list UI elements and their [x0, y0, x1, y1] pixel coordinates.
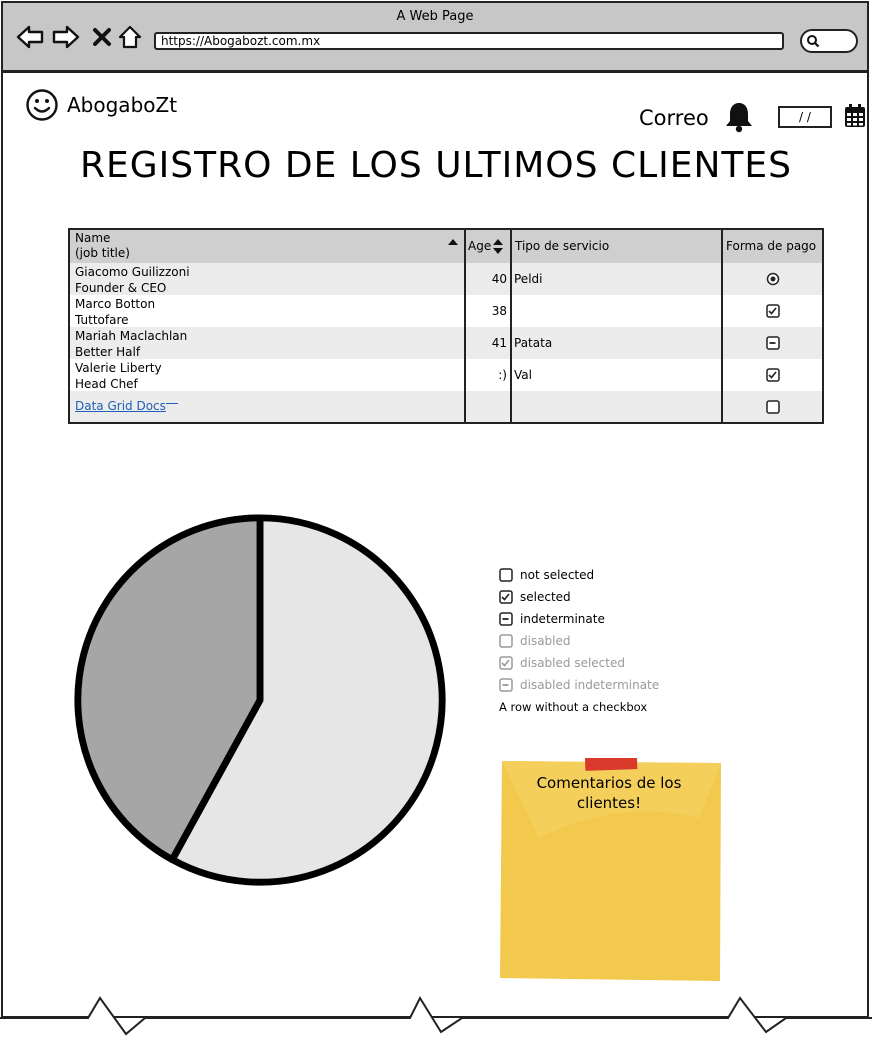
client-title: Founder & CEO: [75, 281, 167, 295]
checkbox-label: disabled: [520, 634, 571, 648]
cell-age: 40: [491, 272, 507, 286]
plain-row: A row without a checkbox: [499, 700, 648, 714]
cell-link: Data Grid Docs: [75, 391, 455, 422]
checkbox-label: selected: [520, 590, 571, 604]
legend-checkbox-item: disabled: [499, 630, 659, 652]
app-logo[interactable]: AbogaboZt: [25, 88, 177, 122]
legend-checkbox-item: disabled indeterminate: [499, 674, 659, 696]
column-divider: [510, 230, 512, 422]
search-icon: [807, 35, 820, 48]
cell-name: Giacomo Guilizzoni Founder & CEO: [70, 263, 464, 295]
legend-checkbox-item[interactable]: indeterminate: [499, 608, 659, 630]
back-arrow-icon[interactable]: [15, 22, 45, 52]
forward-arrow-icon[interactable]: [51, 22, 81, 52]
pie-chart: [74, 514, 446, 886]
cell-service: Val: [514, 368, 532, 382]
url-bar[interactable]: https://Abogabozt.com.mx: [154, 32, 784, 50]
checkbox[interactable]: [499, 590, 513, 604]
browser-search-field[interactable]: [800, 29, 858, 53]
cell-age: 41: [491, 336, 507, 350]
checkbox: [499, 634, 513, 648]
client-name: Valerie Liberty: [75, 361, 162, 375]
column-divider: [464, 230, 466, 422]
payment-checkbox[interactable]: [723, 263, 822, 295]
checkbox[interactable]: [499, 612, 513, 626]
cell-service: Peldi: [514, 272, 543, 286]
cell-name: Valerie Liberty Head Chef: [70, 359, 464, 391]
checkbox-label: not selected: [520, 568, 595, 582]
smiley-icon: [26, 89, 58, 121]
table-row[interactable]: Giacomo Guilizzoni Founder & CEO 40 Peld…: [70, 263, 822, 295]
column-divider: [721, 230, 723, 422]
cell-age: :): [498, 368, 507, 382]
calendar-icon[interactable]: [844, 104, 866, 132]
torn-edge: [0, 995, 872, 1037]
client-title: Head Chef: [75, 377, 138, 391]
mail-link[interactable]: Correo: [639, 106, 709, 130]
cell-service: Patata: [514, 336, 553, 350]
client-title: Tuttofare: [75, 313, 129, 327]
client-name: Marco Botton: [75, 297, 156, 311]
column-header-name-label: Name: [75, 231, 111, 245]
legend-checkbox-item: disabled selected: [499, 652, 659, 674]
column-header-name[interactable]: Name (job title): [70, 230, 464, 263]
column-header-age[interactable]: Age: [467, 230, 511, 263]
checkbox: [499, 656, 513, 670]
cell-name: Marco Botton Tuttofare: [70, 295, 464, 327]
table-row[interactable]: Marco Botton Tuttofare 38: [70, 295, 822, 327]
sort-ascending-icon: [448, 239, 458, 245]
column-header-service[interactable]: Tipo de servicio: [513, 230, 723, 263]
data-grid-docs-link[interactable]: Data Grid Docs: [75, 399, 166, 413]
bell-icon[interactable]: [722, 100, 756, 138]
column-header-age-label: Age: [468, 239, 492, 253]
home-icon[interactable]: [115, 22, 145, 52]
checkbox-label: disabled selected: [520, 656, 625, 670]
logo-text: AbogaboZt: [67, 93, 178, 117]
note-text: Comentarios de los clientes!: [536, 774, 682, 812]
checkbox[interactable]: [499, 568, 513, 582]
sort-both-icon: [493, 239, 503, 254]
payment-checkbox[interactable]: [723, 327, 822, 359]
date-input[interactable]: / /: [778, 106, 832, 128]
table-row[interactable]: Mariah Maclachlan Better Half 41 Patata: [70, 327, 822, 359]
close-icon[interactable]: [87, 22, 117, 52]
checkbox: [499, 678, 513, 692]
clients-data-grid: Name (job title) Age Tipo de servicio Fo…: [68, 228, 824, 424]
payment-checkbox[interactable]: [723, 295, 822, 327]
table-row[interactable]: Valerie Liberty Head Chef :) Val: [70, 359, 822, 391]
cell-service: [513, 295, 721, 327]
tape-strip: [584, 758, 638, 771]
payment-checkbox[interactable]: [723, 359, 822, 391]
checkbox-legend: not selected selected indeterminate disable…: [499, 564, 659, 718]
client-name: Giacomo Guilizzoni: [75, 265, 190, 279]
cell-age: 38: [491, 304, 507, 318]
legend-checkbox-item[interactable]: selected: [499, 586, 659, 608]
table-footer-row: Data Grid Docs: [70, 391, 822, 422]
grid-header-row: Name (job title) Age Tipo de servicio Fo…: [70, 230, 822, 263]
column-header-name-sublabel: (job title): [75, 246, 130, 260]
cell-name: Mariah Maclachlan Better Half: [70, 327, 464, 359]
column-header-payment[interactable]: Forma de pago: [724, 230, 822, 263]
client-title: Better Half: [75, 345, 141, 359]
payment-checkbox[interactable]: [723, 391, 822, 422]
checkbox-label: indeterminate: [520, 612, 605, 626]
page-title: REGISTRO DE LOS ULTIMOS CLIENTES: [79, 145, 793, 186]
client-name: Mariah Maclachlan: [75, 329, 188, 343]
legend-checkbox-item[interactable]: not selected: [499, 564, 659, 586]
checkbox-label: disabled indeterminate: [520, 678, 660, 692]
